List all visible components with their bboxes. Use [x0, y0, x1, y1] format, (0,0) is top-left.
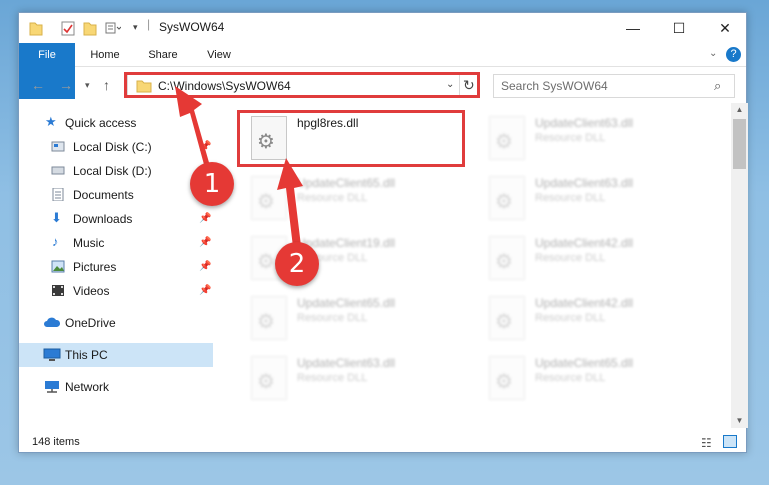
search-input[interactable]: Search SysWOW64: [501, 79, 608, 93]
customize-icon[interactable]: [105, 19, 121, 37]
forward-arrow-icon[interactable]: →: [59, 77, 73, 93]
document-icon: [52, 188, 64, 201]
file-item[interactable]: ⚙ UpdateClient65.dll Resource DLL: [239, 291, 469, 347]
file-type: Resource DLL: [535, 132, 606, 144]
status-bar: 148 items ☷: [19, 433, 746, 454]
details-view-icon[interactable]: ☷: [701, 436, 712, 450]
ribbon-tabs: File Home Share View ⌄ ?: [19, 43, 746, 99]
scroll-thumb[interactable]: [733, 119, 746, 169]
expand-ribbon-icon[interactable]: ⌄: [709, 48, 717, 59]
dll-file-icon: ⚙: [489, 176, 525, 220]
search-box[interactable]: Search SysWOW64 ⌕: [493, 74, 735, 98]
cloud-icon: [44, 317, 61, 327]
large-icons-view-icon[interactable]: [723, 435, 737, 448]
file-name: UpdateClient63.dll: [535, 116, 634, 130]
vertical-scrollbar[interactable]: ▲ ▼: [731, 103, 748, 428]
sidebar-item-onedrive[interactable]: OneDrive: [19, 311, 213, 335]
file-type: Resource DLL: [297, 372, 368, 384]
sidebar-item-local-disk-c[interactable]: Local Disk (C:) 📌: [19, 135, 213, 159]
drive-icon: [51, 166, 65, 175]
file-type: Resource DLL: [535, 192, 606, 204]
picture-icon: [51, 260, 65, 273]
sidebar-item-downloads[interactable]: ⬇ Downloads 📌: [19, 207, 213, 231]
sidebar-item-documents[interactable]: Documents 📌: [19, 183, 213, 207]
up-arrow-icon[interactable]: ↑: [103, 77, 110, 93]
sidebar-item-pictures[interactable]: Pictures 📌: [19, 255, 213, 279]
file-item[interactable]: ⚙ UpdateClient63.dll Resource DLL: [477, 111, 707, 167]
dll-file-icon: ⚙: [251, 356, 287, 400]
scroll-down-icon[interactable]: ▼: [731, 414, 748, 428]
sidebar-item-music[interactable]: ♪ Music 📌: [19, 231, 213, 255]
new-folder-icon[interactable]: [83, 19, 97, 37]
download-icon: ⬇: [51, 210, 62, 225]
tab-share[interactable]: Share: [139, 43, 187, 67]
music-icon: ♪: [52, 234, 59, 249]
dll-file-icon: ⚙: [251, 296, 287, 340]
properties-icon[interactable]: [61, 19, 75, 37]
file-name: UpdateClient63.dll: [535, 176, 634, 190]
scroll-up-icon[interactable]: ▲: [731, 103, 748, 117]
folder-icon: [29, 22, 43, 36]
star-icon: ★: [45, 114, 57, 129]
file-item[interactable]: ⚙ UpdateClient63.dll Resource DLL: [477, 171, 707, 227]
sidebar-item-local-disk-d[interactable]: Local Disk (D:): [19, 159, 213, 183]
dll-file-icon: ⚙: [489, 296, 525, 340]
file-type: Resource DLL: [535, 372, 606, 384]
pin-icon: 📌: [199, 237, 212, 248]
file-item[interactable]: ⚙ UpdateClient65.dll Resource DLL: [477, 351, 707, 407]
address-bar-highlight: [124, 72, 480, 98]
file-item[interactable]: ⚙ UpdateClient42.dll Resource DLL: [477, 231, 707, 287]
file-name: UpdateClient42.dll: [535, 236, 634, 250]
file-name: UpdateClient65.dll: [297, 296, 396, 310]
sidebar-item-network[interactable]: Network: [19, 375, 213, 399]
maximize-button[interactable]: ☐: [656, 13, 702, 43]
file-type: Resource DLL: [297, 192, 368, 204]
sidebar-item-this-pc[interactable]: This PC: [19, 343, 213, 367]
quick-access-dropdown-icon[interactable]: ▾: [133, 22, 138, 40]
search-icon: ⌕: [714, 78, 722, 93]
help-icon[interactable]: ?: [726, 47, 741, 62]
file-item[interactable]: ⚙ UpdateClient65.dll Resource DLL: [239, 171, 469, 227]
file-item[interactable]: ⚙ UpdateClient42.dll Resource DLL: [477, 291, 707, 347]
title-bar: ▾ | SysWOW64 — ☐ ✕: [19, 13, 746, 43]
dll-file-icon: ⚙: [251, 176, 287, 220]
network-icon: [45, 381, 59, 393]
pin-icon: 📌: [199, 261, 212, 272]
dll-file-icon: ⚙: [489, 236, 525, 280]
video-icon: [52, 285, 64, 296]
file-item[interactable]: ⚙ UpdateClient63.dll Resource DLL: [239, 351, 469, 407]
file-name: UpdateClient63.dll: [297, 356, 396, 370]
file-name: UpdateClient65.dll: [297, 176, 396, 190]
file-name: UpdateClient42.dll: [535, 296, 634, 310]
pin-icon: 📌: [199, 285, 212, 296]
file-name: UpdateClient65.dll: [535, 356, 634, 370]
file-type: Resource DLL: [535, 312, 606, 324]
pin-icon: 📌: [199, 213, 212, 224]
title-separator: |: [147, 17, 151, 31]
pin-icon: 📌: [199, 141, 212, 152]
dll-file-icon: ⚙: [489, 356, 525, 400]
file-item[interactable]: ⚙ UpdateClient19.dll Resource DLL: [239, 231, 469, 287]
tab-view[interactable]: View: [195, 43, 243, 67]
navigation-pane: ★ Quick access Local Disk (C:) 📌 Local D…: [19, 103, 213, 421]
back-arrow-icon[interactable]: ←: [31, 77, 45, 93]
window-title: SysWOW64: [159, 20, 225, 34]
sidebar-item-videos[interactable]: Videos 📌: [19, 279, 213, 303]
file-type: Resource DLL: [297, 312, 368, 324]
tab-home[interactable]: Home: [81, 43, 129, 67]
recent-locations-icon[interactable]: ▾: [85, 80, 90, 91]
close-button[interactable]: ✕: [702, 13, 748, 43]
file-highlight: [237, 110, 465, 167]
minimize-button[interactable]: —: [610, 13, 656, 43]
drive-icon: [51, 141, 65, 152]
dll-file-icon: ⚙: [489, 116, 525, 160]
computer-icon: [43, 348, 61, 361]
step-2-badge: 2: [275, 242, 319, 286]
item-count: 148 items: [32, 436, 80, 448]
step-1-badge: 1: [190, 162, 234, 206]
file-type: Resource DLL: [535, 252, 606, 264]
sidebar-item-quick-access[interactable]: ★ Quick access: [19, 111, 213, 135]
